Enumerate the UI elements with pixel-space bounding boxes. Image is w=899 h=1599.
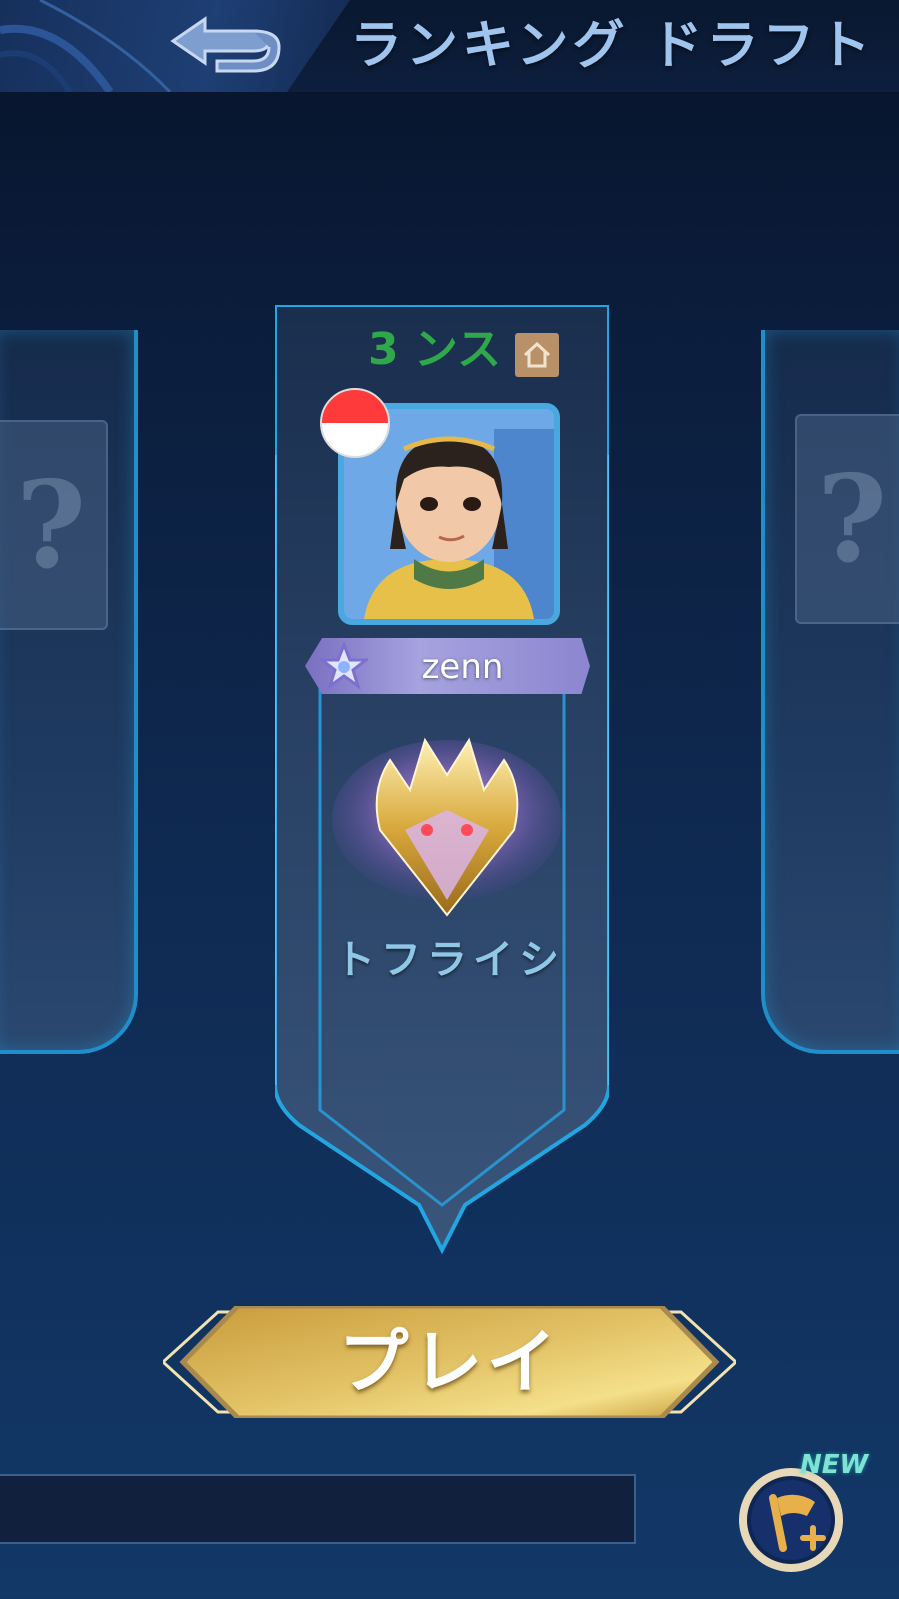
back-arrow-icon: [170, 16, 281, 73]
back-button[interactable]: [160, 6, 290, 82]
indonesia-flag-icon: [320, 388, 390, 458]
home-icon[interactable]: [515, 333, 559, 377]
play-label: プレイ: [338, 1320, 561, 1403]
top-bar: ランキング ドラフト: [0, 0, 899, 92]
mythic-rank-emblem: [330, 720, 565, 930]
new-badge: NEW: [800, 1450, 869, 1480]
play-button[interactable]: プレイ: [163, 1306, 736, 1418]
player-name: zenn: [421, 647, 504, 687]
rank-name: トフライシ: [335, 936, 565, 983]
right-slot-placeholder: ?: [795, 414, 899, 624]
star-icon: [318, 640, 370, 692]
page-title: ランキング ドラフト: [350, 15, 875, 76]
left-slot-placeholder: ?: [0, 420, 108, 630]
chat-input[interactable]: [0, 1474, 636, 1544]
position-label: 3 ンス: [368, 324, 502, 375]
